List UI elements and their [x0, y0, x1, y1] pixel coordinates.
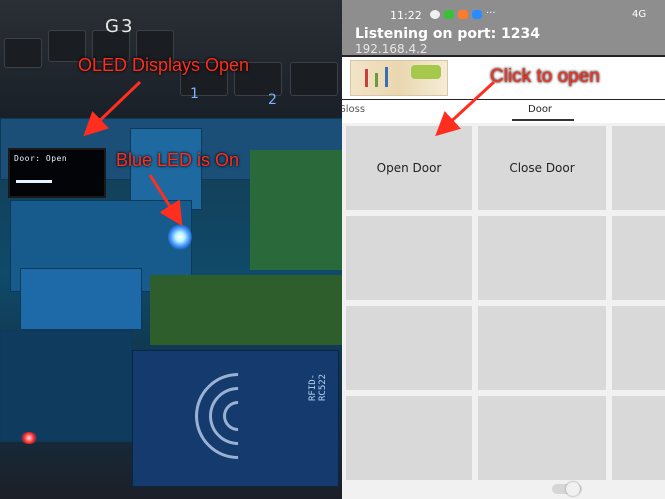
rfid-reader: RFID-RC522 — [132, 350, 339, 487]
button-grid: Open Door Close Door — [342, 123, 665, 499]
close-door-button[interactable]: Close Door — [478, 126, 606, 210]
grid-button-empty[interactable] — [346, 306, 472, 390]
grid-button-empty[interactable] — [478, 216, 606, 300]
status-more-icon: ··· — [486, 8, 496, 19]
signal-icon: 4G — [632, 9, 647, 20]
ip-address: 192.168.4.2 — [355, 42, 428, 56]
app-icon — [458, 10, 468, 19]
blue-led — [168, 224, 192, 250]
grid-button-empty[interactable] — [346, 396, 472, 480]
grid-button-empty[interactable] — [346, 216, 472, 300]
key-digit: 1 — [190, 86, 199, 102]
tab-door[interactable]: Door — [528, 104, 552, 115]
rfid-label: RFID-RC522 — [308, 373, 328, 401]
toggle-switch[interactable] — [552, 482, 582, 496]
chat-icon — [444, 10, 454, 19]
keyboard-key — [290, 62, 338, 96]
tab-bar: Gloss Door — [342, 100, 665, 122]
keyboard-key — [4, 38, 42, 68]
grid-button-empty[interactable] — [612, 306, 665, 390]
green-board — [250, 150, 342, 270]
status-time: 11:22 — [390, 9, 422, 22]
toggle-knob[interactable] — [566, 482, 580, 496]
alarm-icon — [430, 10, 440, 19]
click-annotation: Click to open — [490, 66, 600, 87]
grid-button-empty[interactable] — [612, 126, 665, 210]
relay-module — [20, 268, 142, 330]
mail-icon — [472, 10, 482, 19]
ad-graphic — [375, 73, 378, 87]
phone-screen: 11:22 ··· 4G Listening on port: 1234 192… — [342, 0, 665, 499]
grid-button-empty[interactable] — [478, 306, 606, 390]
oled-underline — [16, 180, 52, 183]
grid-button-empty[interactable] — [612, 216, 665, 300]
active-tab-indicator — [512, 119, 574, 121]
ad-image[interactable] — [350, 60, 448, 96]
pcb-board — [0, 330, 132, 442]
oled-text: Door: Open — [14, 154, 68, 163]
hardware-photo: G3 1 2 Door: Open RFID-RC522 OLED Displa… — [0, 0, 342, 499]
key-digit: 2 — [268, 92, 277, 108]
ad-logo — [411, 65, 441, 79]
ad-graphic — [365, 69, 368, 87]
ad-graphic — [385, 67, 388, 87]
grid-button-empty[interactable] — [478, 396, 606, 480]
green-board — [150, 275, 342, 345]
keyboard-brand: G3 — [105, 16, 135, 37]
listening-status: Listening on port: 1234 — [355, 26, 541, 42]
tab-gloss[interactable]: Gloss — [342, 104, 365, 115]
grid-button-empty[interactable] — [612, 396, 665, 480]
red-led — [20, 432, 38, 444]
oled-display: Door: Open — [8, 148, 106, 198]
led-annotation: Blue LED is On — [116, 150, 240, 170]
open-door-button[interactable]: Open Door — [346, 126, 472, 210]
oled-annotation: OLED Displays Open — [78, 55, 250, 75]
status-icons: ··· — [430, 8, 496, 20]
